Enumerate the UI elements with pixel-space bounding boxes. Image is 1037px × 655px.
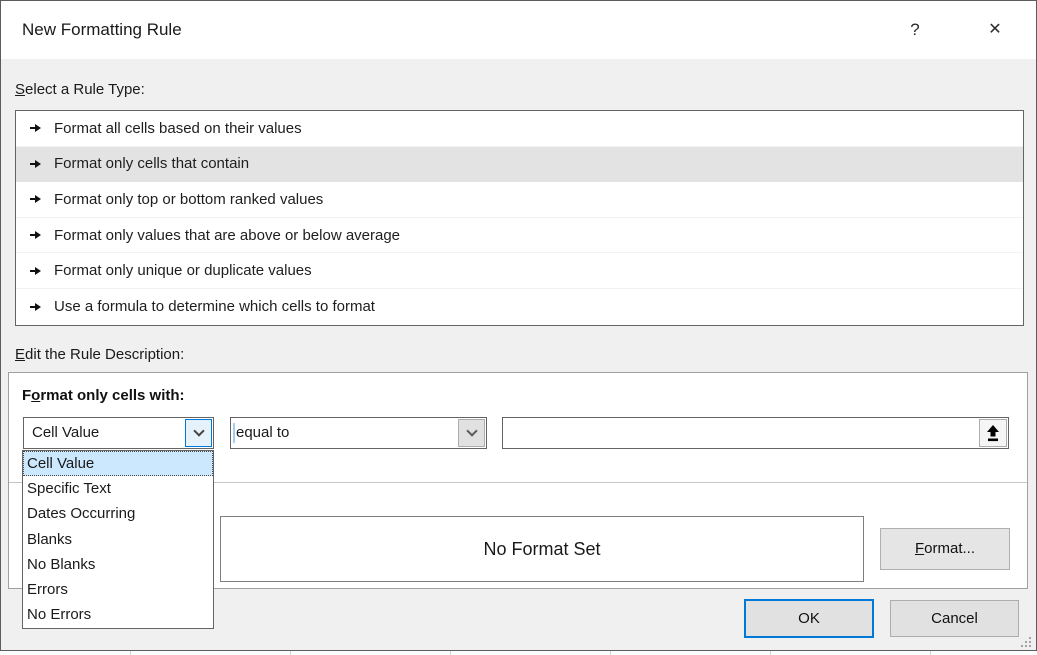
rule-type-item-top-bottom[interactable]: Format only top or bottom ranked values bbox=[16, 182, 1023, 218]
operator-combobox[interactable]: equal to bbox=[230, 417, 487, 449]
resize-grip-icon[interactable] bbox=[1021, 637, 1033, 649]
collapse-dialog-icon bbox=[986, 425, 1000, 442]
chevron-down-icon bbox=[466, 425, 477, 436]
cell-value-combobox-value: Cell Value bbox=[32, 418, 99, 448]
rule-type-item-cells-that-contain[interactable]: Format only cells that contain bbox=[16, 147, 1023, 183]
select-rule-type-label: Select a Rule Type: bbox=[15, 81, 145, 98]
cell-value-dropdown-list: Cell Value Specific Text Dates Occurring… bbox=[22, 450, 214, 629]
rule-type-item-formula[interactable]: Use a formula to determine which cells t… bbox=[16, 289, 1023, 325]
rule-type-list: Format all cells based on their values F… bbox=[15, 110, 1024, 326]
title-bar: New Formatting Rule ? ✕ bbox=[1, 1, 1036, 59]
dropdown-option-blanks[interactable]: Blanks bbox=[23, 527, 213, 552]
text-caret bbox=[233, 423, 235, 443]
format-preview-text: No Format Set bbox=[483, 539, 600, 560]
cancel-button[interactable]: Cancel bbox=[890, 600, 1019, 637]
rule-type-label: Format only values that are above or bel… bbox=[54, 227, 400, 244]
format-preview: No Format Set bbox=[220, 516, 864, 582]
dropdown-option-no-blanks[interactable]: No Blanks bbox=[23, 552, 213, 577]
dropdown-option-dates-occurring[interactable]: Dates Occurring bbox=[23, 501, 213, 526]
collapse-dialog-button[interactable] bbox=[979, 419, 1007, 447]
arrow-icon bbox=[30, 195, 41, 203]
rule-type-label: Use a formula to determine which cells t… bbox=[54, 298, 375, 315]
rule-type-item-unique-duplicate[interactable]: Format only unique or duplicate values bbox=[16, 253, 1023, 289]
value-field-wrapper bbox=[502, 417, 1009, 449]
dropdown-button[interactable] bbox=[185, 419, 212, 447]
arrow-icon bbox=[30, 124, 41, 132]
format-only-cells-with-label: Format only cells with: bbox=[22, 387, 185, 404]
dropdown-button[interactable] bbox=[458, 419, 485, 447]
rule-type-item-above-below-average[interactable]: Format only values that are above or bel… bbox=[16, 218, 1023, 254]
arrow-icon bbox=[30, 231, 41, 239]
dropdown-option-cell-value[interactable]: Cell Value bbox=[23, 451, 213, 476]
dropdown-option-errors[interactable]: Errors bbox=[23, 577, 213, 602]
arrow-icon bbox=[30, 267, 41, 275]
operator-combobox-value: equal to bbox=[236, 418, 289, 448]
arrow-icon bbox=[30, 303, 41, 311]
rule-type-label: Format all cells based on their values bbox=[54, 120, 302, 137]
rule-type-label: Format only unique or duplicate values bbox=[54, 262, 312, 279]
arrow-icon bbox=[30, 160, 41, 168]
format-button[interactable]: Format... bbox=[880, 528, 1010, 570]
dropdown-option-no-errors[interactable]: No Errors bbox=[23, 602, 213, 627]
new-formatting-rule-dialog: New Formatting Rule ? ✕ Select a Rule Ty… bbox=[0, 0, 1037, 651]
help-icon[interactable]: ? bbox=[895, 1, 935, 59]
dialog-title: New Formatting Rule bbox=[22, 1, 182, 59]
edit-rule-description-label: Edit the Rule Description: bbox=[15, 346, 184, 363]
rule-type-item-all-cells[interactable]: Format all cells based on their values bbox=[16, 111, 1023, 147]
chevron-down-icon bbox=[193, 425, 204, 436]
ok-button[interactable]: OK bbox=[744, 599, 874, 638]
close-icon[interactable]: ✕ bbox=[975, 1, 1015, 59]
cell-value-combobox[interactable]: Cell Value bbox=[23, 417, 214, 449]
rule-type-label: Format only top or bottom ranked values bbox=[54, 191, 323, 208]
worksheet-behind bbox=[0, 651, 1037, 655]
value-input[interactable] bbox=[504, 419, 974, 447]
dropdown-option-specific-text[interactable]: Specific Text bbox=[23, 476, 213, 501]
rule-type-label: Format only cells that contain bbox=[54, 155, 249, 172]
